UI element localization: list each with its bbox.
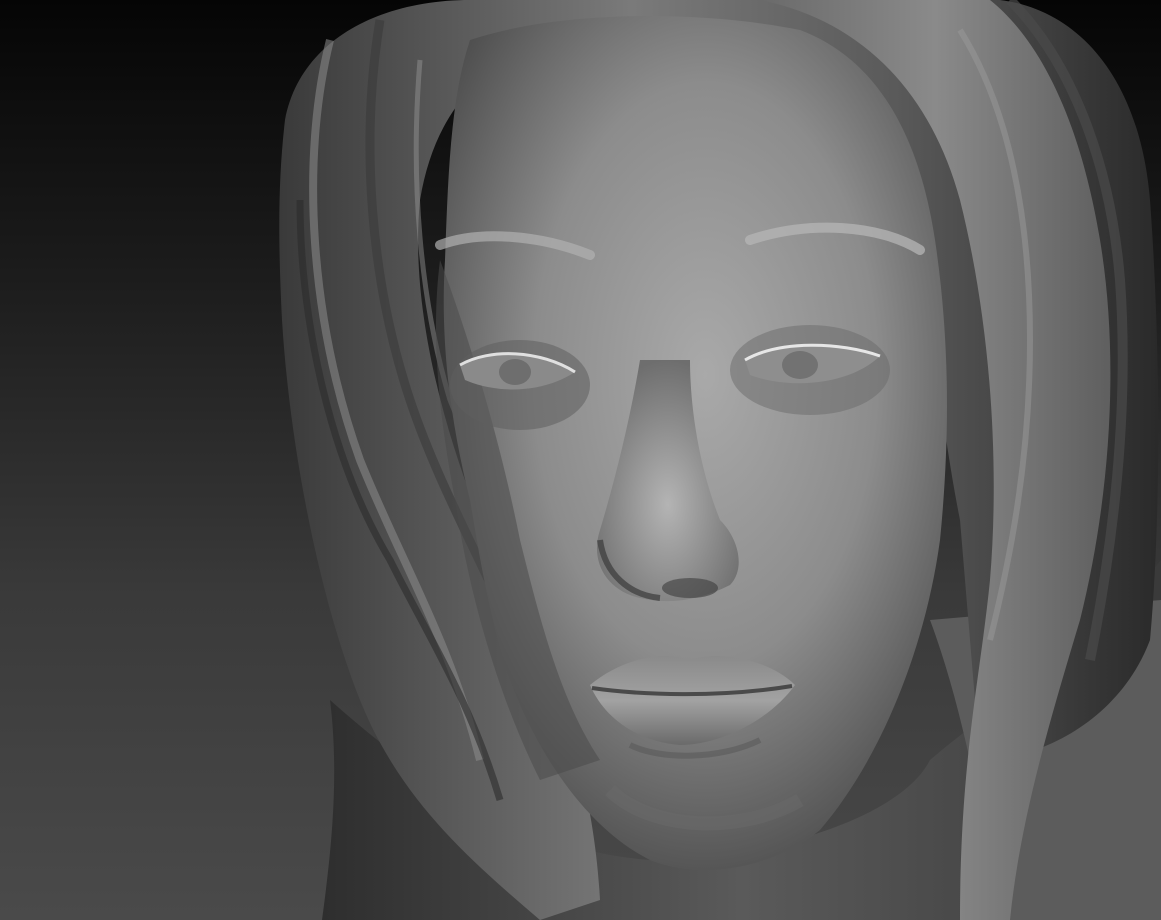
sculpt-viewport[interactable] [0,0,1161,920]
sculpt-head-icon [279,0,1161,920]
